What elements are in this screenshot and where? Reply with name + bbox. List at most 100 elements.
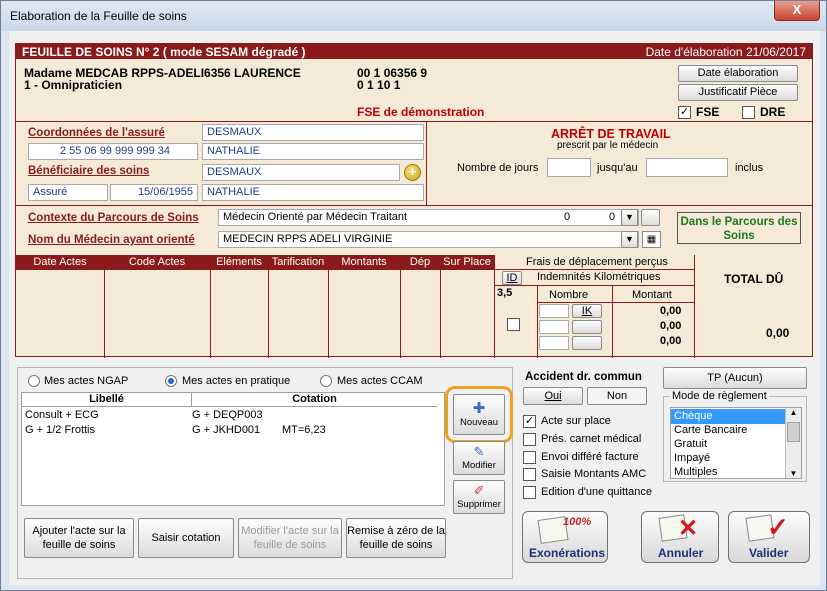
carnet-medical-label: Prés. carnet médical [541, 433, 642, 445]
close-button[interactable]: X [774, 1, 820, 21]
nombre-jours-input[interactable] [547, 158, 591, 177]
divider [694, 255, 695, 358]
chevron-down-icon[interactable]: ▼ [621, 209, 638, 226]
nouveau-label: Nouveau [459, 417, 499, 428]
fse-label: FSE [696, 105, 720, 119]
beneficiaire-nom-field[interactable]: DESMAUX [202, 164, 400, 181]
contexte-parcours-label: Contexte du Parcours de Soins [28, 212, 199, 224]
form-title: FEUILLE DE SOINS N° 2 ( mode SESAM dégra… [22, 45, 306, 59]
annuler-button[interactable]: ✕ Annuler [641, 511, 719, 563]
accident-non-button[interactable]: Non [587, 387, 647, 405]
dre-label: DRE [760, 105, 786, 119]
col-libelle: Libellé [22, 393, 192, 407]
envoi-differe-checkbox[interactable] [523, 451, 536, 464]
quittance-checkbox[interactable] [523, 486, 536, 499]
nombre-input-3[interactable] [539, 336, 569, 350]
envoi-differe-label: Envoi différé facture [541, 451, 639, 463]
row-libelle: G + 1/2 Frottis [25, 424, 95, 436]
remise-zero-button[interactable]: Remise à zéro de la feuille de soins [346, 518, 446, 558]
nombre-input-2[interactable] [539, 320, 569, 334]
acte-sur-place-checkbox[interactable]: ✓ [523, 415, 536, 428]
delete-icon: ✐ [473, 483, 485, 498]
quittance-label: Edition d'une quittance [541, 486, 652, 498]
coord-assure-label: Coordonnées de l'assuré [28, 127, 165, 139]
beneficiaire-naissance-field[interactable]: 15/06/1955 [110, 184, 198, 201]
list-item[interactable]: G + 1/2 Frottis G + JKHD001 MT=6,23 [22, 423, 444, 438]
assure-nom-field[interactable]: DESMAUX [202, 124, 424, 141]
calendar-icon[interactable]: ▦ [642, 231, 661, 248]
montant-value-3: 0,00 [660, 335, 682, 347]
accident-title: Accident dr. commun [525, 371, 642, 383]
carnet-medical-checkbox[interactable] [523, 433, 536, 446]
id-button[interactable]: ID [502, 271, 522, 285]
saisie-amc-checkbox[interactable] [523, 468, 536, 481]
add-beneficiaire-icon[interactable]: + [404, 164, 421, 181]
radio-actes-pratique[interactable] [165, 375, 177, 387]
total-du-label: TOTAL DÛ [724, 272, 784, 286]
list-item[interactable]: Consult + ECG G + DEQP003 [22, 408, 444, 423]
radio-actes-ngap[interactable] [28, 375, 40, 387]
modifier-acte-button[interactable]: Modifier l'acte sur la feuille de soins [238, 518, 342, 558]
montant-value-1: 0,00 [660, 305, 682, 317]
col-elements: Eléments [210, 255, 268, 269]
list-item[interactable]: Multiples [671, 465, 785, 480]
divider [426, 121, 427, 205]
title-bar: Elaboration de la Feuille de soins X [1, 1, 826, 31]
medecin-oriente-label: Nom du Médecin ayant orienté [28, 234, 195, 246]
saisir-cotation-button[interactable]: Saisir cotation [138, 518, 234, 558]
ajouter-acte-button[interactable]: Ajouter l'acte sur la feuille de soins [24, 518, 134, 558]
divider [268, 255, 269, 358]
parcours-status-badge: Dans le Parcours des Soins [677, 212, 801, 244]
exonerations-button[interactable]: 100% Exonérations [522, 511, 608, 563]
parcours-extra-button[interactable] [641, 209, 660, 226]
scroll-down-icon[interactable]: ▼ [786, 469, 801, 478]
scrollbar[interactable]: ▲ ▼ [785, 408, 801, 478]
accident-oui-button[interactable]: Oui [523, 387, 583, 405]
chevron-down-icon[interactable]: ▼ [621, 231, 638, 248]
medecin-oriente-select[interactable]: MEDECIN RPPS ADELI VIRGINIE [218, 231, 639, 248]
beneficiaire-qualite-field[interactable]: Assuré [28, 184, 108, 201]
assure-prenom-field[interactable]: NATHALIE [202, 143, 424, 160]
ik-button[interactable]: IK [572, 304, 602, 318]
justificatif-piece-button[interactable]: Justificatif Pièce [678, 84, 798, 101]
saisie-amc-label: Saisie Montants AMC [541, 468, 647, 480]
nombre-button-2[interactable] [572, 320, 602, 334]
list-item[interactable]: Gratuit [671, 437, 785, 452]
nombre-label: Nombre [549, 289, 589, 301]
list-item[interactable]: Carte Bancaire [671, 423, 785, 438]
fse-checkbox[interactable]: ✓ [678, 106, 691, 119]
radio-actes-ccam[interactable] [320, 375, 332, 387]
row-cotation: G + JKHD001 [192, 424, 261, 436]
scroll-thumb[interactable] [787, 422, 800, 442]
contexte-parcours-select[interactable]: Médecin Orienté par Médecin Traitant 0 0 [218, 209, 639, 226]
supprimer-button[interactable]: ✐ Supprimer [453, 480, 505, 514]
frais-checkbox[interactable] [507, 318, 520, 331]
assure-numero-field[interactable]: 2 55 06 99 999 999 34 [28, 143, 198, 160]
valider-label: Valider [749, 546, 789, 560]
add-icon: ✚ [472, 400, 486, 417]
list-item[interactable]: Chèque [671, 409, 785, 424]
mode-reglement-list[interactable]: Chèque Carte Bancaire Gratuit Impayé Mul… [670, 407, 802, 479]
dre-checkbox[interactable] [742, 106, 755, 119]
window-title: Elaboration de la Feuille de soins [10, 9, 187, 23]
accident-panel: Accident dr. commun Oui Non ✓ Acte sur p… [517, 367, 657, 507]
cancel-icon: ✕ [678, 515, 699, 542]
nombre-button-3[interactable] [572, 336, 602, 350]
valider-button[interactable]: ✓ Valider [728, 511, 810, 563]
tp-button[interactable]: TP (Aucun) [663, 367, 807, 389]
ik-nombre-input[interactable] [539, 304, 569, 318]
indemnites-label: Indemnités Kilométriques [537, 271, 661, 283]
scroll-up-icon[interactable]: ▲ [786, 408, 801, 417]
contexte-parcours-value: Médecin Orienté par Médecin Traitant [223, 211, 408, 223]
modifier-button[interactable]: ✎ Modifier [453, 441, 505, 475]
jusqu-au-input[interactable] [646, 158, 728, 177]
montant-label: Montant [632, 289, 672, 301]
total-du-value: 0,00 [766, 326, 790, 340]
col-tarification: Tarification [268, 255, 328, 269]
radio-actes-ngap-label: Mes actes NGAP [44, 375, 129, 387]
date-elaboration-button[interactable]: Date élaboration [678, 65, 798, 82]
nouveau-button[interactable]: ✚ Nouveau [445, 386, 513, 443]
actes-panel: Mes actes NGAP Mes actes en pratique Mes… [17, 367, 513, 579]
beneficiaire-prenom-field[interactable]: NATHALIE [202, 184, 424, 201]
list-item[interactable]: Impayé [671, 451, 785, 466]
